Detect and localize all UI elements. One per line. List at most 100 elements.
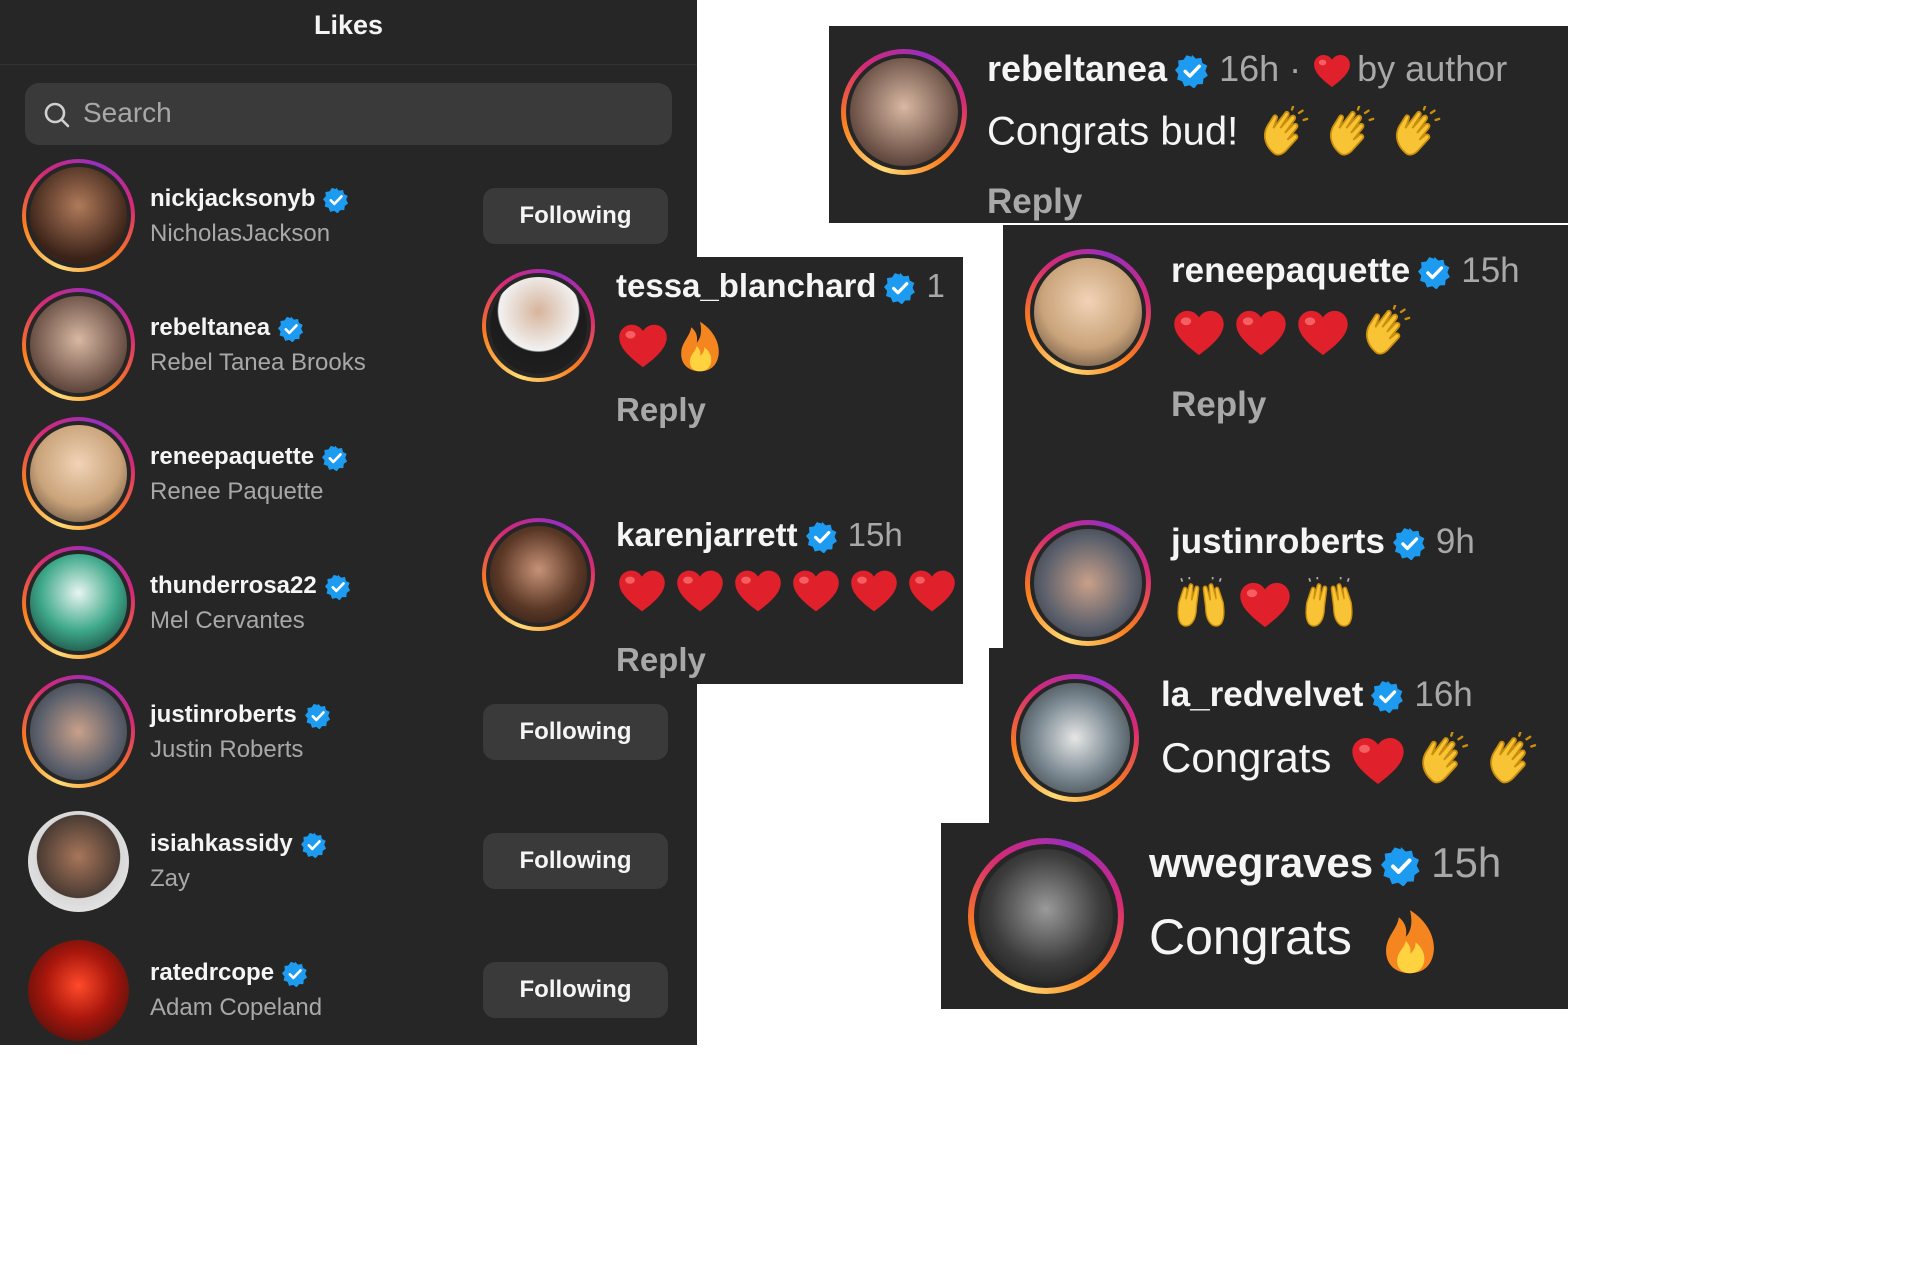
comment-card: tessa_blanchard 1 Reply karenjarrett 15h R… xyxy=(465,257,963,684)
avatar[interactable] xyxy=(1025,249,1151,375)
raised-hands-icon xyxy=(1173,577,1229,633)
full-name: Rebel Tanea Brooks xyxy=(150,349,366,376)
list-item[interactable]: justinroberts Justin Roberts Following xyxy=(0,674,697,794)
comment-time: 15h xyxy=(847,516,903,553)
username: nickjacksonyb xyxy=(150,185,316,212)
avatar-photo xyxy=(490,277,587,374)
avatar-photo xyxy=(1034,258,1142,366)
comment-username: rebeltanea xyxy=(987,48,1168,89)
avatar[interactable] xyxy=(22,159,135,272)
username: justinroberts xyxy=(150,701,297,728)
avatar[interactable] xyxy=(482,269,595,382)
heart-icon xyxy=(792,569,840,613)
verified-icon xyxy=(884,272,916,304)
raised-hands-icon xyxy=(1301,577,1357,633)
comment-time: 16h xyxy=(1414,675,1473,714)
avatar[interactable] xyxy=(968,838,1124,994)
verified-icon xyxy=(301,832,327,858)
avatar[interactable] xyxy=(841,49,967,175)
heart-icon xyxy=(1173,309,1225,357)
avatar[interactable] xyxy=(22,546,135,659)
verified-icon xyxy=(1418,256,1451,289)
avatar[interactable] xyxy=(22,417,135,530)
username: reneepaquette xyxy=(150,443,315,470)
avatar-photo xyxy=(30,167,127,264)
search-input[interactable]: Search xyxy=(25,83,672,145)
heart-icon xyxy=(1235,309,1287,357)
comment-text: Congrats bud! xyxy=(987,106,1455,162)
avatar-photo xyxy=(850,58,958,166)
full-name: Adam Copeland xyxy=(150,994,323,1021)
likes-header: Likes xyxy=(0,0,697,65)
avatar[interactable] xyxy=(1011,674,1139,802)
reply-button[interactable]: Reply xyxy=(616,641,706,679)
comment-username: tessa_blanchard xyxy=(616,267,877,304)
verified-icon xyxy=(305,703,331,729)
verified-icon xyxy=(806,521,838,553)
clap-icon xyxy=(1389,106,1445,162)
verified-icon xyxy=(1381,846,1421,886)
list-item[interactable]: ratedrcope Adam Copeland Following xyxy=(0,932,697,1045)
comment-card: rebeltanea 16h · by author Congrats bud! R… xyxy=(829,26,1568,223)
following-button[interactable]: Following xyxy=(483,704,668,760)
comment-time: 15h xyxy=(1431,839,1502,886)
avatar[interactable] xyxy=(22,675,135,788)
comment-text xyxy=(1173,577,1367,633)
avatar[interactable] xyxy=(28,940,129,1041)
following-button[interactable]: Following xyxy=(483,833,668,889)
heart-icon xyxy=(676,569,724,613)
search-icon xyxy=(44,102,70,128)
comment-time: 1 xyxy=(926,267,945,304)
username: thunderrosa22 xyxy=(150,572,317,599)
verified-icon xyxy=(323,187,349,213)
avatar-photo xyxy=(30,296,127,393)
verified-icon xyxy=(278,316,304,342)
comment-card: la_redvelvet 16h Congrats xyxy=(989,648,1568,823)
comment-username: wwegraves xyxy=(1149,839,1374,886)
username: ratedrcope xyxy=(150,959,275,986)
heart-icon xyxy=(850,569,898,613)
username: isiahkassidy xyxy=(150,830,293,857)
following-button[interactable]: Following xyxy=(483,962,668,1018)
comment-time: 15h xyxy=(1461,251,1520,290)
clap-icon xyxy=(1257,106,1313,162)
comment-text xyxy=(618,319,732,373)
avatar-photo xyxy=(1020,683,1130,793)
avatar-photo xyxy=(979,849,1113,983)
avatar-photo xyxy=(30,554,127,651)
heart-icon xyxy=(1313,54,1351,88)
comment-username: la_redvelvet xyxy=(1161,675,1364,714)
comment-time: 9h xyxy=(1435,522,1475,561)
heart-icon xyxy=(908,569,956,613)
reply-button[interactable]: Reply xyxy=(1171,385,1266,425)
verified-icon xyxy=(325,574,351,600)
list-item[interactable]: isiahkassidy Zay Following xyxy=(0,803,697,923)
heart-icon xyxy=(1351,736,1405,786)
verified-icon xyxy=(1175,54,1209,88)
page-title: Likes xyxy=(313,10,384,40)
full-name: Justin Roberts xyxy=(150,736,304,763)
avatar[interactable] xyxy=(22,288,135,401)
avatar[interactable] xyxy=(28,811,129,912)
heart-icon xyxy=(734,569,782,613)
avatar-photo xyxy=(30,425,127,522)
comment-username: reneepaquette xyxy=(1171,251,1411,290)
reply-button[interactable]: Reply xyxy=(616,391,706,429)
comment-username: karenjarrett xyxy=(616,516,798,553)
avatar[interactable] xyxy=(1025,520,1151,646)
clap-icon xyxy=(1483,732,1541,790)
avatar[interactable] xyxy=(482,518,595,631)
comment-text-content: Congrats bud! xyxy=(987,109,1239,154)
reply-button[interactable]: Reply xyxy=(987,182,1082,222)
full-name: Mel Cervantes xyxy=(150,607,305,634)
avatar-photo xyxy=(490,526,587,623)
heart-icon xyxy=(618,323,668,369)
clap-icon xyxy=(1323,106,1379,162)
fire-icon xyxy=(1382,907,1438,975)
following-button[interactable]: Following xyxy=(483,188,668,244)
heart-icon xyxy=(618,569,666,613)
fire-icon xyxy=(678,319,722,373)
heart-icon xyxy=(1239,581,1291,629)
clap-icon xyxy=(1415,732,1473,790)
liked-by-author: by author xyxy=(1357,48,1508,89)
